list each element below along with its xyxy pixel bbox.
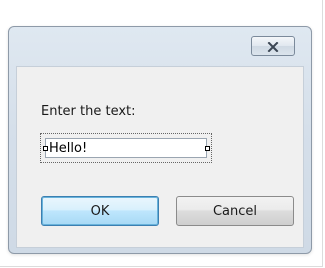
close-button[interactable] [251,36,295,56]
text-input[interactable] [45,138,207,158]
dialog-client-area: Enter the text: OK Cancel [16,66,304,248]
text-input-focus-frame [40,133,212,163]
resize-handle-right[interactable] [205,146,210,151]
prompt-label: Enter the text: [41,104,136,119]
close-x-icon [267,37,279,56]
screenshot-frame: Enter the text: OK Cancel [0,0,323,267]
resize-handle-left[interactable] [43,146,48,151]
cancel-button[interactable]: Cancel [176,196,294,226]
ok-button[interactable]: OK [41,196,159,226]
input-dialog: Enter the text: OK Cancel [8,26,312,254]
